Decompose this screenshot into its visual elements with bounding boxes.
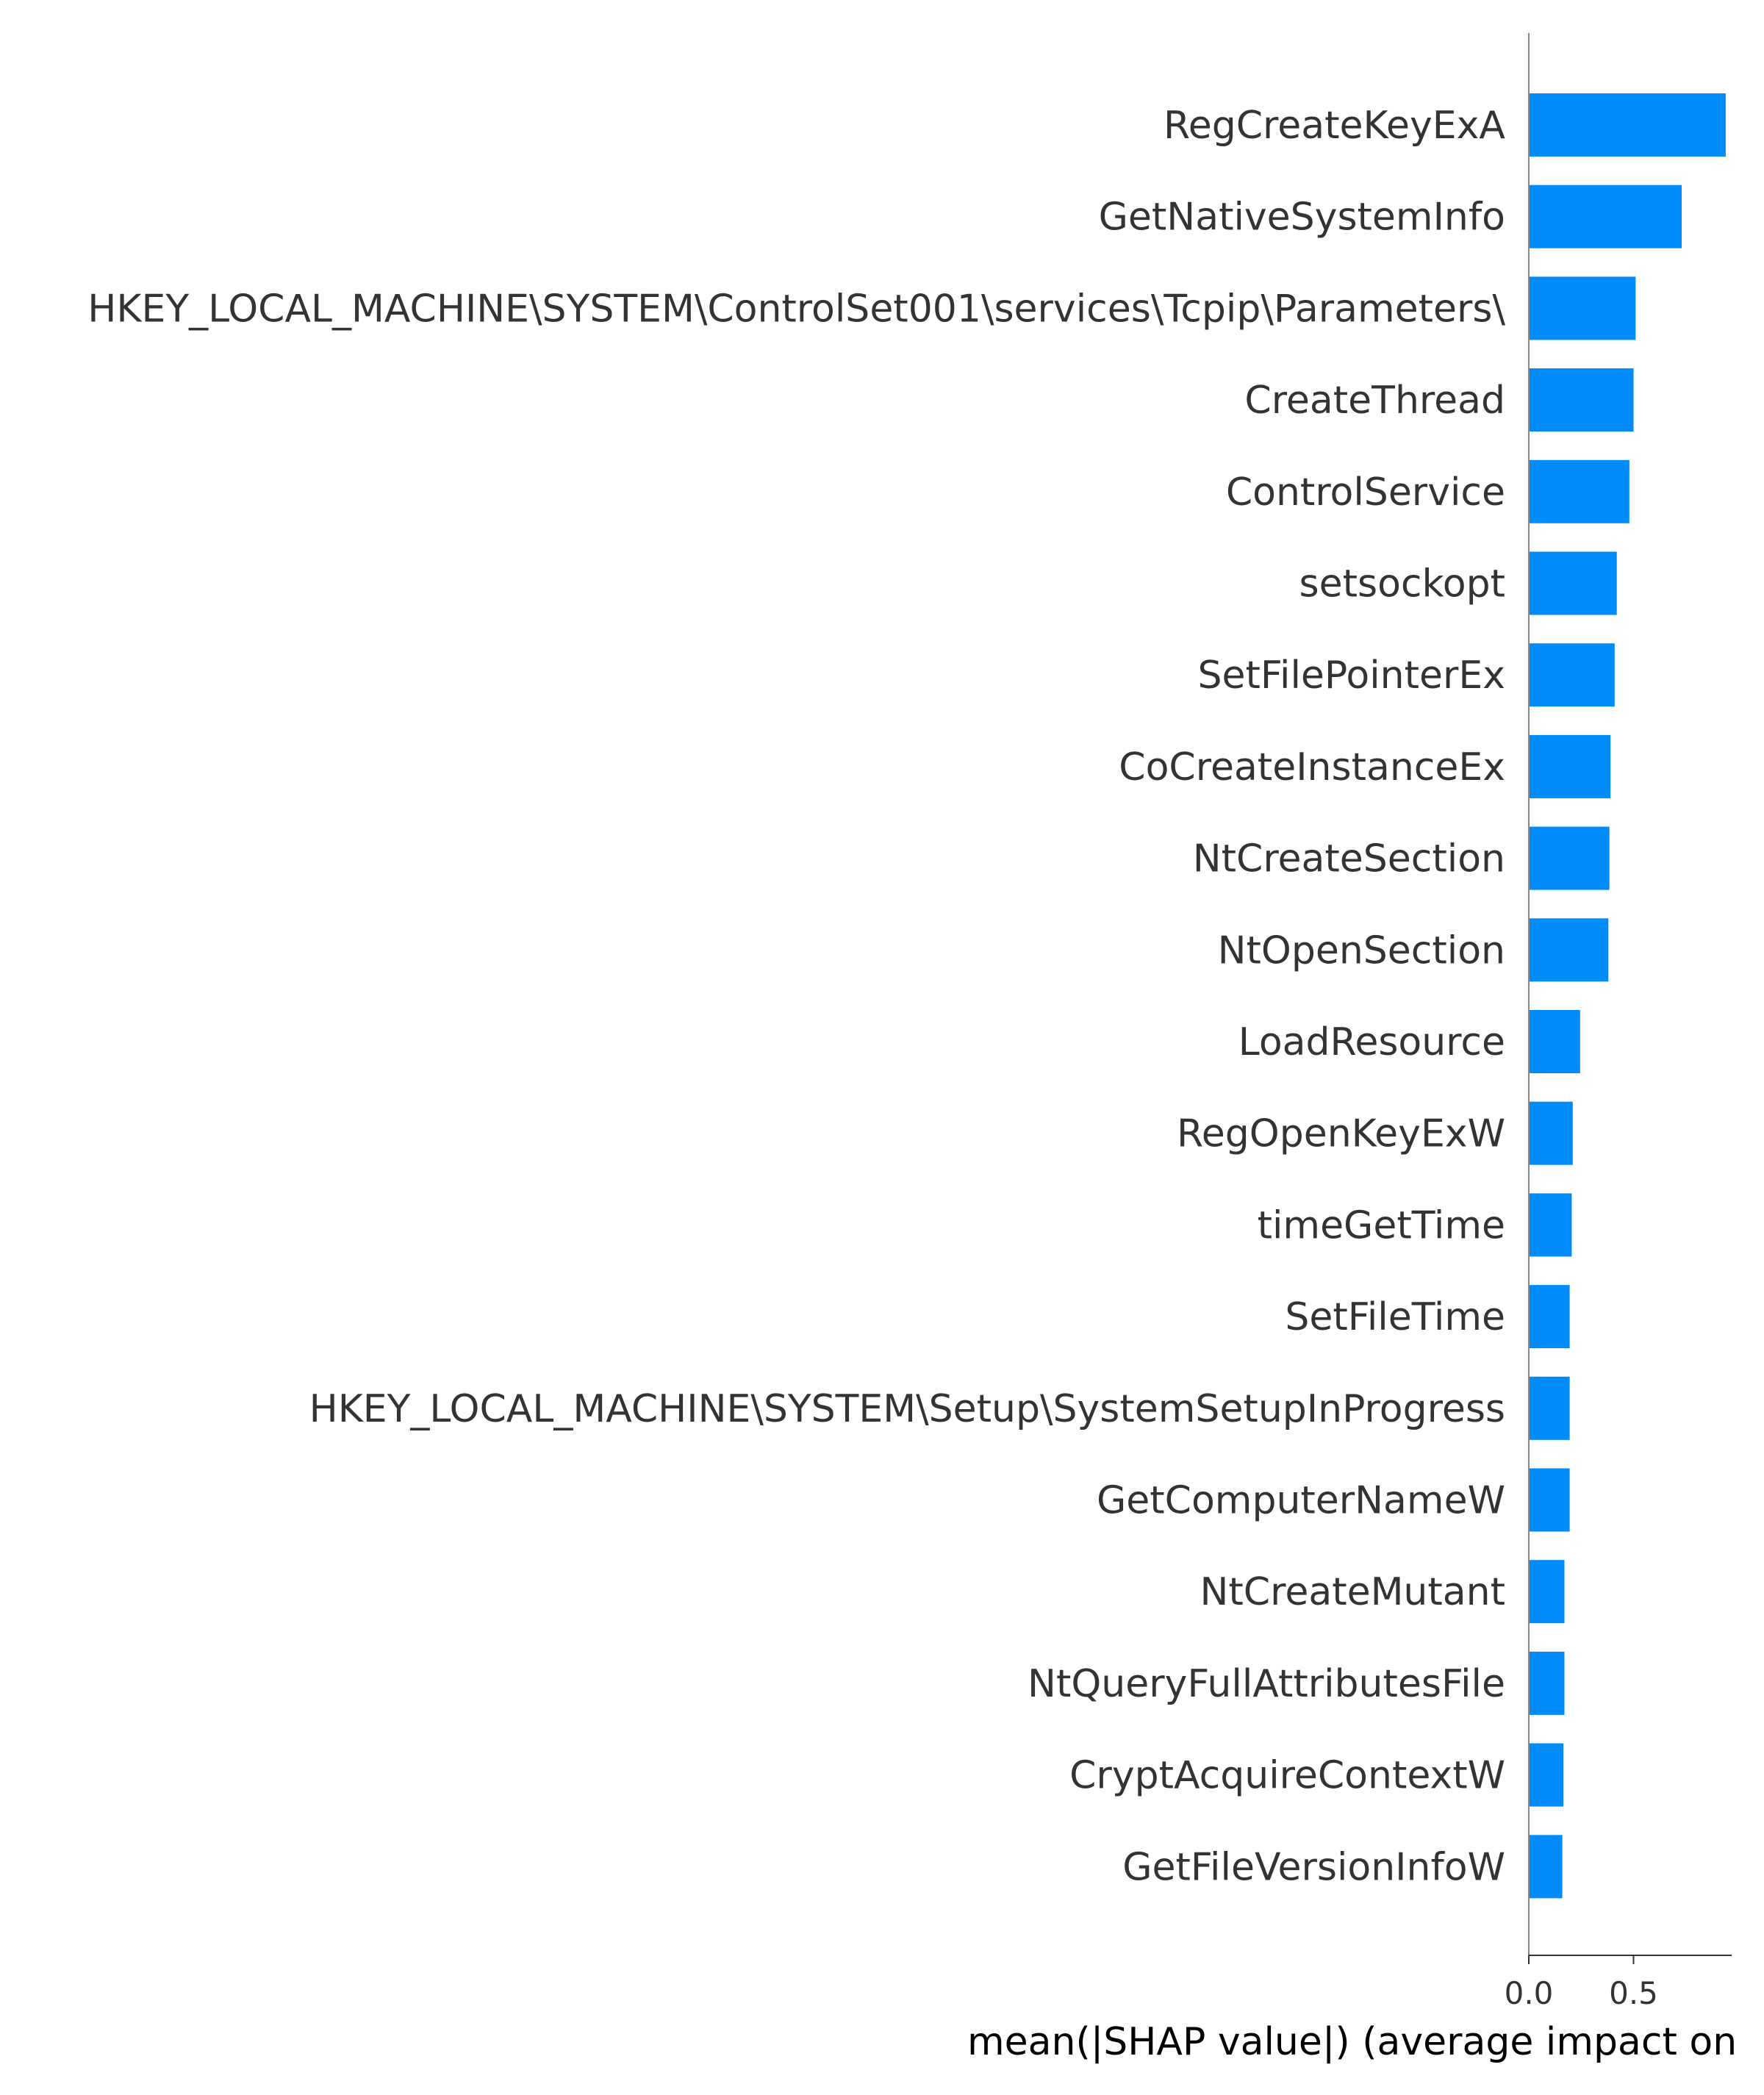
y-tick-label: RegCreateKeyExA	[1164, 104, 1505, 148]
bar	[1529, 1835, 1563, 1899]
y-tick-label: CreateThread	[1244, 379, 1505, 423]
bar	[1529, 276, 1636, 340]
bar	[1529, 1468, 1570, 1532]
x-tick-label: 0.5	[1609, 1975, 1658, 2011]
y-tick-label: GetComputerNameW	[1097, 1479, 1505, 1523]
x-ticks: 0.0 0.5	[1505, 1955, 1658, 2011]
y-tick-label: NtCreateSection	[1193, 837, 1505, 881]
bar	[1529, 459, 1629, 523]
y-tick-label: LoadResource	[1238, 1020, 1505, 1064]
y-tick-label: NtCreateMutant	[1200, 1570, 1506, 1614]
bar	[1529, 1651, 1565, 1715]
bar	[1529, 1285, 1570, 1349]
y-tick-label: RegOpenKeyExW	[1177, 1112, 1505, 1156]
bar	[1529, 1101, 1573, 1165]
y-tick-label: setsockopt	[1299, 562, 1505, 606]
y-tick-labels: RegCreateKeyExA GetNativeSystemInfo HKEY_L…	[87, 104, 1505, 1889]
bar	[1529, 93, 1726, 157]
y-tick-label: ControlService	[1226, 470, 1505, 515]
bar	[1529, 918, 1609, 982]
x-tick-label: 0.0	[1505, 1975, 1554, 2011]
bar	[1529, 1376, 1570, 1440]
bar	[1529, 1560, 1565, 1624]
y-tick-label: timeGetTime	[1258, 1203, 1505, 1247]
y-tick-label: SetFileTime	[1285, 1295, 1505, 1339]
y-tick-label: HKEY_LOCAL_MACHINE\SYSTEM\Setup\SystemSe…	[309, 1387, 1505, 1431]
y-tick-label: GetNativeSystemInfo	[1099, 196, 1505, 240]
bar	[1529, 551, 1617, 615]
y-tick-label: SetFilePointerEx	[1197, 653, 1505, 698]
bar	[1529, 826, 1610, 890]
bars-group	[1529, 93, 1726, 1899]
y-tick-label: NtOpenSection	[1218, 928, 1505, 973]
y-tick-label: GetFileVersionInfoW	[1122, 1845, 1505, 1889]
bar	[1529, 643, 1615, 707]
bar	[1529, 185, 1682, 248]
shap-bar-chart: RegCreateKeyExA GetNativeSystemInfo HKEY_L…	[87, 33, 1737, 2064]
bar	[1529, 1743, 1563, 1807]
y-tick-label: CryptAcquireContextW	[1069, 1754, 1505, 1798]
bar	[1529, 1193, 1572, 1257]
x-axis-title: mean(|SHAP value|) (average impact on	[967, 2020, 1737, 2064]
y-tick-label: NtQueryFullAttributesFile	[1028, 1662, 1505, 1706]
y-tick-label: HKEY_LOCAL_MACHINE\SYSTEM\ControlSet001\…	[87, 287, 1505, 331]
bar	[1529, 734, 1611, 798]
y-tick-label: CoCreateInstanceEx	[1119, 745, 1505, 789]
bar	[1529, 368, 1634, 432]
bar	[1529, 1010, 1580, 1073]
